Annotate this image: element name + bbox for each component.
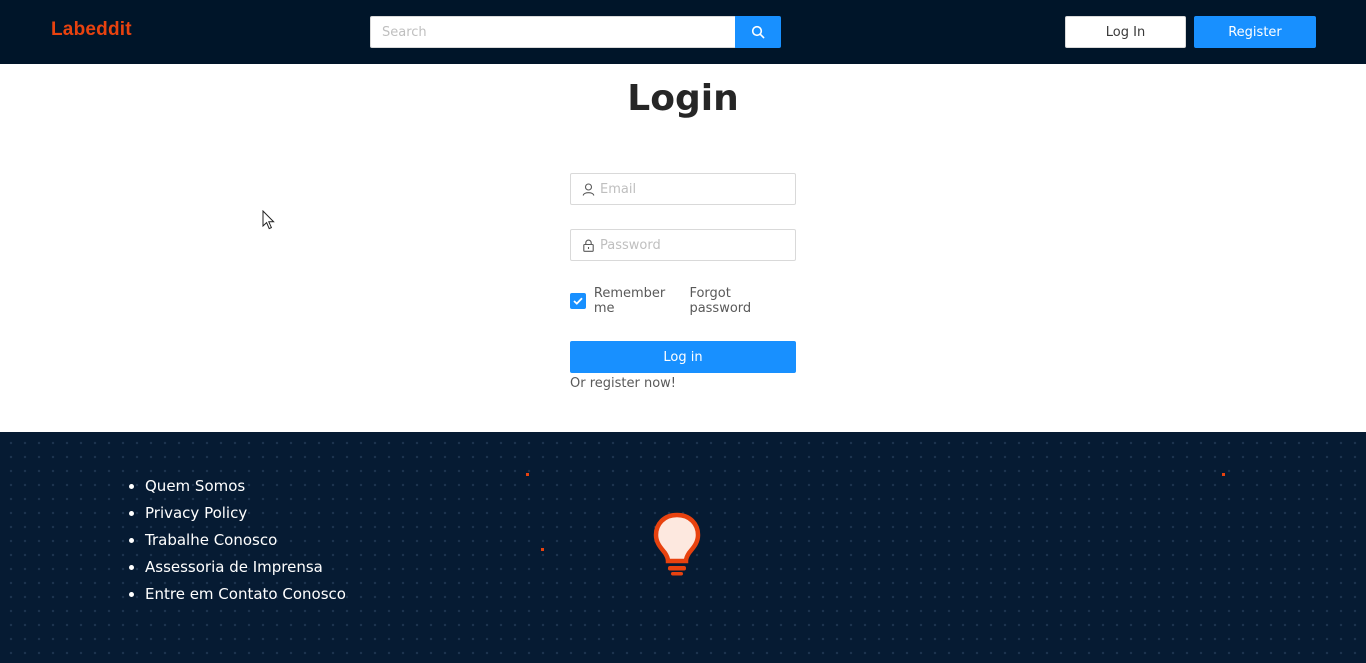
search-button[interactable] [735, 16, 781, 48]
site-logo[interactable]: Labeddit [51, 19, 132, 41]
lightbulb-icon [653, 512, 701, 576]
footer-link-assessoria[interactable]: Assessoria de Imprensa [145, 557, 346, 584]
top-navbar: Labeddit Log In Register [0, 0, 1366, 64]
footer-link-trabalhe-conosco[interactable]: Trabalhe Conosco [145, 530, 346, 557]
user-icon [582, 182, 595, 196]
decorative-dot [526, 473, 529, 476]
page-title: Login [627, 78, 739, 119]
checkmark-icon [573, 297, 583, 305]
email-input[interactable] [600, 181, 790, 197]
mouse-cursor-icon [262, 210, 275, 230]
email-field[interactable] [570, 173, 796, 205]
password-field[interactable] [570, 229, 796, 261]
remember-row: Remember me Forgot password [570, 286, 796, 316]
header-login-button[interactable]: Log In [1065, 16, 1186, 48]
footer-link-contato[interactable]: Entre em Contato Conosco [145, 584, 346, 611]
search-bar [370, 16, 781, 48]
register-now-link[interactable]: Or register now! [570, 376, 676, 391]
remember-label[interactable]: Remember me [594, 286, 690, 316]
login-submit-button[interactable]: Log in [570, 341, 796, 373]
header-register-button[interactable]: Register [1194, 16, 1316, 48]
lock-icon [583, 239, 594, 252]
forgot-password-link[interactable]: Forgot password [689, 286, 796, 316]
search-input[interactable] [370, 16, 735, 48]
footer-links: Quem Somos Privacy Policy Trabalhe Conos… [145, 476, 346, 611]
footer-link-quem-somos[interactable]: Quem Somos [145, 476, 346, 503]
password-input[interactable] [600, 237, 790, 253]
remember-checkbox[interactable] [570, 293, 586, 309]
footer-link-privacy-policy[interactable]: Privacy Policy [145, 503, 346, 530]
decorative-dot [541, 548, 544, 551]
footer: Quem Somos Privacy Policy Trabalhe Conos… [0, 432, 1366, 663]
search-icon [751, 25, 765, 39]
decorative-dot [1222, 473, 1225, 476]
